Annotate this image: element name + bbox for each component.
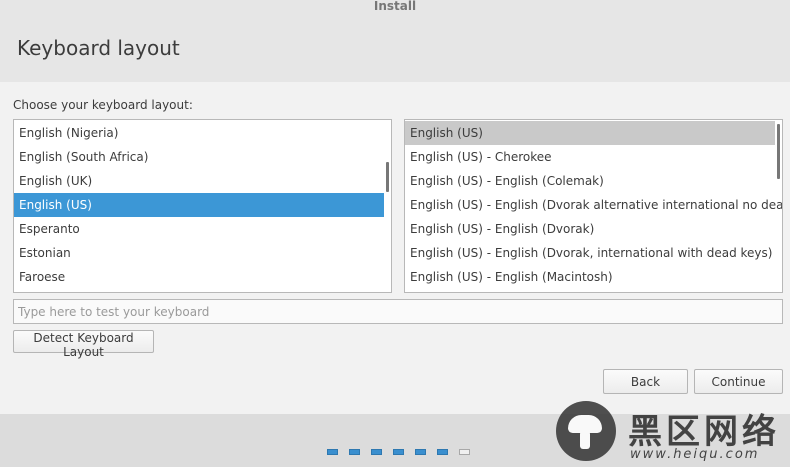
variant-list-scrollbar[interactable] bbox=[777, 124, 780, 179]
progress-step-dot bbox=[327, 449, 338, 455]
variant-list-item[interactable]: English (US) - English (Macintosh) bbox=[405, 265, 775, 289]
layout-list-item[interactable]: English (US) bbox=[14, 193, 384, 217]
variant-list-item[interactable]: English (US) - English (Dvorak) bbox=[405, 217, 775, 241]
variant-list-item[interactable]: English (US) - English (Dvorak, internat… bbox=[405, 241, 775, 265]
variant-list-item[interactable]: English (US) bbox=[405, 121, 775, 145]
watermark: 黑区网络 www.heiqu.com bbox=[556, 401, 790, 467]
back-button[interactable]: Back bbox=[603, 369, 688, 394]
page-title: Keyboard layout bbox=[17, 36, 180, 60]
progress-step-dot bbox=[415, 449, 426, 455]
content-area: Choose your keyboard layout: Faroese Esto… bbox=[0, 82, 790, 414]
progress-step-dot bbox=[349, 449, 360, 455]
continue-button[interactable]: Continue bbox=[694, 369, 783, 394]
watermark-url: www.heiqu.com bbox=[630, 447, 760, 462]
progress-step-dot bbox=[459, 449, 470, 455]
detect-keyboard-layout-button[interactable]: Detect Keyboard Layout bbox=[13, 330, 154, 359]
progress-step-dot bbox=[437, 449, 448, 455]
watermark-brand: 黑区网络 bbox=[628, 412, 780, 452]
variant-list-item[interactable]: English (US) - English (Dvorak alternati… bbox=[405, 193, 782, 217]
page-header: Keyboard layout bbox=[0, 14, 790, 82]
layout-list-item[interactable]: Estonian bbox=[14, 241, 384, 265]
variant-list[interactable]: English (US) - English (Macintosh) Englis… bbox=[404, 119, 783, 293]
layout-list-scrollbar[interactable] bbox=[386, 162, 389, 192]
variant-list-item[interactable]: English (US) - Cherokee bbox=[405, 145, 775, 169]
layout-list[interactable]: Faroese Estonian Esperanto English (US) Engl… bbox=[13, 119, 392, 293]
progress-step-dot bbox=[393, 449, 404, 455]
layout-list-item[interactable]: English (UK) bbox=[14, 169, 384, 193]
layout-list-item[interactable]: Esperanto bbox=[14, 217, 384, 241]
mushroom-stem-shape bbox=[580, 431, 590, 449]
window-title: Install bbox=[373, 0, 417, 13]
layout-prompt: Choose your keyboard layout: bbox=[13, 98, 193, 112]
progress-step-dot bbox=[371, 449, 382, 455]
layout-list-item[interactable]: English (Nigeria) bbox=[14, 121, 384, 145]
variant-list-item[interactable]: English (US) - English (Colemak) bbox=[405, 169, 775, 193]
watermark-logo-icon bbox=[556, 401, 616, 461]
layout-list-item[interactable]: Faroese bbox=[14, 265, 384, 289]
keyboard-test-input[interactable] bbox=[13, 299, 783, 324]
window-titlebar: Install bbox=[0, 0, 790, 14]
layout-list-item[interactable]: English (South Africa) bbox=[14, 145, 384, 169]
